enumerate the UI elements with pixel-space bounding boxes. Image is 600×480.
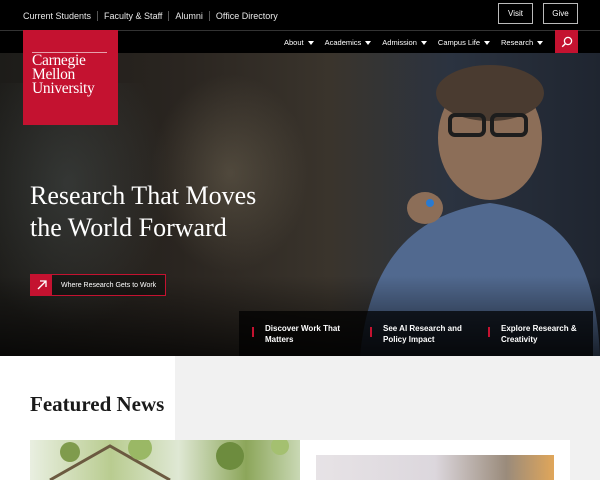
hero-title-line: the World Forward xyxy=(30,213,227,242)
hero-quick-links: Discover Work That Matters See AI Resear… xyxy=(239,311,593,356)
nav-label: Academics xyxy=(324,38,362,47)
hero-link-explore[interactable]: Explore Research & Creativity xyxy=(475,323,593,345)
chevron-down-icon xyxy=(365,40,372,45)
logo-line: University xyxy=(32,80,95,97)
nav-label: Admission xyxy=(382,38,417,47)
accent-bar xyxy=(370,326,372,337)
accent-bar xyxy=(488,326,490,337)
utility-bar: Current Students Faculty & Staff Alumni … xyxy=(0,0,600,30)
chevron-down-icon xyxy=(420,40,427,45)
nav-admission[interactable]: Admission xyxy=(382,38,427,47)
link-alumni[interactable]: Alumni xyxy=(175,11,203,21)
research-cta-button[interactable]: Where Research Gets to Work xyxy=(30,274,167,296)
link-current-students[interactable]: Current Students xyxy=(23,11,91,21)
nav-label: Research xyxy=(501,38,534,47)
news-card-image[interactable] xyxy=(316,455,554,480)
link-faculty-staff[interactable]: Faculty & Staff xyxy=(104,11,162,21)
accent-bar xyxy=(252,326,254,337)
arrow-up-right-icon xyxy=(31,275,52,295)
nav-academics[interactable]: Academics xyxy=(325,38,372,47)
give-button[interactable]: Give xyxy=(543,3,578,24)
search-icon xyxy=(561,36,572,47)
hero-link-label: Explore Research & Creativity xyxy=(501,323,577,344)
hero-link-label: Discover Work That Matters xyxy=(265,323,340,344)
nav-about[interactable]: About xyxy=(284,38,314,47)
chevron-down-icon xyxy=(537,40,544,45)
divider xyxy=(208,11,210,21)
hero-title-line: Research That Moves xyxy=(30,181,257,210)
divider xyxy=(97,11,99,21)
chevron-down-icon xyxy=(307,40,314,45)
news-card-image[interactable] xyxy=(30,440,300,480)
nav-research[interactable]: Research xyxy=(501,38,544,47)
search-button[interactable] xyxy=(555,30,578,53)
cta-label: Where Research Gets to Work xyxy=(61,281,157,289)
nav-label: Campus Life xyxy=(437,38,481,47)
link-office-directory[interactable]: Office Directory xyxy=(216,11,278,21)
audience-links: Current Students Faculty & Staff Alumni … xyxy=(23,11,278,21)
chevron-down-icon xyxy=(484,40,491,45)
visit-button[interactable]: Visit xyxy=(498,3,533,24)
hero-link-discover[interactable]: Discover Work That Matters xyxy=(239,323,357,345)
cmu-logo[interactable]: Carnegie Mellon University xyxy=(23,30,118,125)
section-title: Featured News xyxy=(30,392,165,416)
featured-news-section: Featured News xyxy=(0,356,600,480)
divider xyxy=(168,11,170,21)
hero-title: Research That Moves the World Forward xyxy=(30,180,330,244)
hero-link-label: See AI Research and Policy Impact xyxy=(383,323,462,344)
nav-label: About xyxy=(284,38,304,47)
nav-campus-life[interactable]: Campus Life xyxy=(437,38,491,47)
hero-link-ai-research[interactable]: See AI Research and Policy Impact xyxy=(357,323,475,345)
